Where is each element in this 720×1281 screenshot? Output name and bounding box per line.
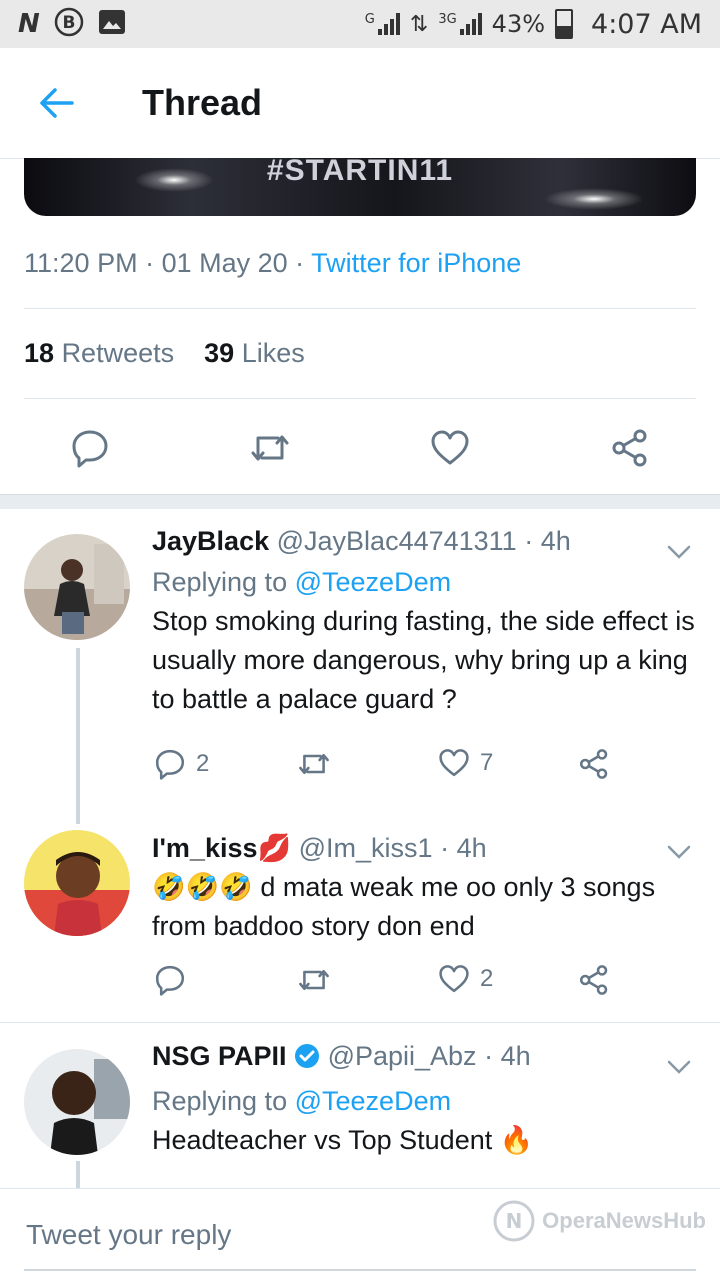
share-icon[interactable] [578, 748, 610, 780]
reply-author-handle[interactable]: @Im_kiss1 [299, 833, 433, 863]
reply-author-handle[interactable]: @Papii_Abz [328, 1041, 477, 1071]
reply-header: NSG PAPII @Papii_Abz · 4h [152, 1041, 700, 1076]
reply-item[interactable]: NSG PAPII @Papii_Abz · 4h Replying to @T… [0, 1023, 720, 1188]
reply-text: 🤣🤣🤣 d mata weak me oo only 3 songs from … [152, 872, 656, 941]
thread-line [76, 1161, 80, 1188]
divider [24, 398, 696, 399]
signal-3g-icon: 3G [438, 12, 482, 35]
thread-line [76, 648, 80, 824]
replying-to-handle[interactable]: @TeezeDem [295, 1086, 451, 1116]
battery-percent: 43% [491, 10, 546, 38]
likes-label: Likes [241, 338, 305, 368]
media-overlay-text: #STARTIN11 [266, 158, 454, 187]
back-arrow-icon[interactable] [36, 83, 76, 123]
divider [24, 308, 696, 309]
reply-reply-button[interactable]: 2 [154, 748, 209, 780]
verified-badge-icon [294, 1043, 320, 1076]
avatar[interactable] [24, 534, 130, 640]
reply-body: JayBlack @JayBlac44741311 · 4h Replying … [152, 526, 700, 719]
likes-count: 39 [204, 338, 235, 368]
tweet-date: 01 May 20 [161, 248, 288, 278]
retweets-label: Retweets [61, 338, 175, 368]
svg-text:B: B [62, 13, 75, 33]
network-type-label: G [364, 12, 375, 27]
reply-reply-button[interactable] [154, 964, 186, 996]
retweets-count: 18 [24, 338, 55, 368]
reply-icon[interactable] [62, 420, 118, 476]
b-icon: B [54, 7, 84, 41]
avatar[interactable] [24, 830, 130, 936]
like-button[interactable]: 2 [438, 964, 493, 994]
reply-author-name[interactable]: JayBlack [152, 526, 269, 556]
reply-text: Stop smoking during fasting, the side ef… [152, 606, 695, 714]
replying-to-handle[interactable]: @TeezeDem [295, 567, 451, 597]
retweet-icon[interactable] [242, 420, 298, 476]
reply-item[interactable]: JayBlack @JayBlac44741311 · 4h Replying … [0, 508, 720, 824]
reply-header: JayBlack @JayBlac44741311 · 4h [152, 526, 571, 556]
share-icon[interactable] [602, 420, 658, 476]
signal-icon: G [365, 13, 400, 35]
like-button[interactable]: 7 [438, 748, 493, 778]
tweet-media-image[interactable]: #STARTIN11 [24, 158, 696, 216]
n-icon: 𝙉 [18, 9, 40, 39]
reply-count: 2 [196, 750, 210, 777]
page-title: Thread [142, 82, 263, 123]
reply-header: I'm_kiss💋 @Im_kiss1 · 4h [152, 833, 487, 863]
chevron-down-icon[interactable] [666, 838, 692, 864]
network-3g-label: 3G [438, 12, 457, 27]
retweet-icon[interactable] [296, 964, 332, 996]
like-count: 2 [480, 965, 494, 992]
avatar[interactable] [24, 1049, 130, 1155]
reply-text: Headteacher vs Top Student 🔥 [152, 1125, 534, 1155]
reply-input[interactable] [24, 1209, 448, 1261]
tweet-counts: 18 Retweets 39 Likes [24, 338, 305, 369]
chevron-down-icon[interactable] [666, 538, 692, 564]
replying-to: Replying to @TeezeDem [152, 567, 700, 598]
reply-actions: 2 7 [152, 748, 632, 788]
reply-age: 4h [540, 526, 571, 556]
likes-stat[interactable]: 39 Likes [204, 338, 305, 368]
watermark-logo-icon: N [493, 1200, 535, 1242]
tweet-time: 11:20 PM [24, 248, 138, 278]
replying-to-label: Replying to [152, 567, 288, 597]
input-underline [24, 1269, 696, 1271]
reply-composer: N OperaNewsHub [0, 1188, 720, 1281]
reply-age: 4h [456, 833, 487, 863]
reply-author-name[interactable]: NSG PAPII [152, 1041, 287, 1071]
reply-age: 4h [500, 1041, 531, 1071]
retweets-stat[interactable]: 18 Retweets [24, 338, 174, 368]
image-icon [98, 9, 126, 39]
reply-body: I'm_kiss💋 @Im_kiss1 · 4h 🤣🤣🤣 d mata weak… [152, 832, 700, 946]
clock: 4:07 AM [591, 8, 702, 40]
watermark-text: OperaNewsHub [542, 1208, 706, 1233]
chevron-down-icon[interactable] [666, 1053, 692, 1079]
replying-to-label: Replying to [152, 1086, 288, 1116]
tweet-actions [0, 420, 720, 476]
reply-actions: 2 [152, 964, 632, 1004]
reply-author-handle[interactable]: @JayBlac44741311 [277, 526, 517, 556]
tweet-source-link[interactable]: Twitter for iPhone [311, 248, 521, 278]
like-count: 7 [480, 749, 494, 776]
data-transfer-icon: ⇅ [409, 11, 429, 37]
watermark: N OperaNewsHub [492, 1199, 706, 1243]
like-heart-icon[interactable] [422, 420, 478, 476]
reply-author-name[interactable]: I'm_kiss💋 [152, 833, 291, 863]
status-bar: 𝙉 B G ⇅ 3G 43% 4:07 AM [0, 0, 720, 48]
app-bar: Thread [0, 48, 720, 159]
section-separator [0, 494, 720, 509]
tweet-meta: 11:20 PM · 01 May 20 · Twitter for iPhon… [24, 248, 522, 278]
battery-icon [555, 9, 574, 39]
retweet-icon[interactable] [296, 748, 332, 780]
replying-to: Replying to @TeezeDem [152, 1086, 700, 1117]
share-icon[interactable] [578, 964, 610, 996]
reply-body: NSG PAPII @Papii_Abz · 4h Replying to @T… [152, 1041, 700, 1160]
reply-item[interactable]: I'm_kiss💋 @Im_kiss1 · 4h 🤣🤣🤣 d mata weak… [0, 824, 720, 1022]
svg-text:N: N [506, 1209, 523, 1233]
